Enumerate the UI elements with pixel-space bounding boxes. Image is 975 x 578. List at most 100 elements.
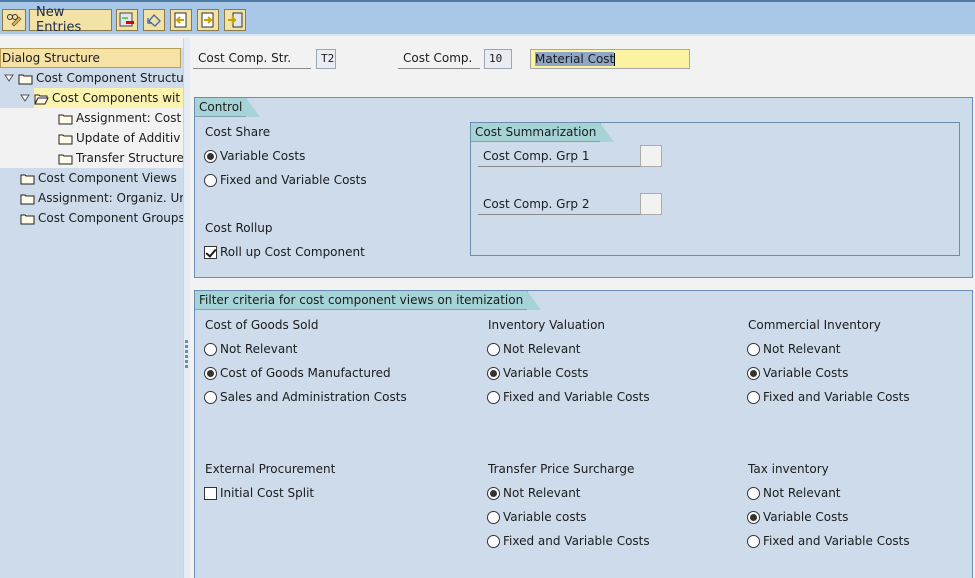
- tax-inv-fixed-variable-radio[interactable]: Fixed and Variable Costs: [747, 534, 910, 548]
- expand-triangle-icon[interactable]: [4, 73, 14, 83]
- delete-button[interactable]: [116, 9, 138, 31]
- cogs-sales-admin-radio[interactable]: Sales and Administration Costs: [204, 390, 407, 404]
- radio-label: Fixed and Variable Costs: [220, 173, 367, 187]
- cogs-not-relevant-radio[interactable]: Not Relevant: [204, 342, 298, 356]
- radio-icon: [487, 390, 500, 404]
- cost-share-fixed-variable-radio[interactable]: Fixed and Variable Costs: [204, 173, 367, 187]
- new-entries-button[interactable]: New Entries: [29, 5, 112, 35]
- tree-item-label: Cost Component Structu: [36, 71, 184, 85]
- tree-item-label: Assignment: Cost: [76, 111, 182, 125]
- change-display-button[interactable]: [2, 9, 26, 31]
- tree-item-label: Transfer Structure: [76, 151, 184, 165]
- tax-inv-not-relevant-radio[interactable]: Not Relevant: [747, 486, 841, 500]
- comm-inv-variable-radio[interactable]: Variable Costs: [747, 366, 848, 380]
- tree-item-assignment-organiz[interactable]: Assignment: Organiz. Ur: [20, 188, 184, 208]
- tree-item-assignment-cost[interactable]: Assignment: Cost: [58, 108, 181, 128]
- radio-icon: [747, 342, 760, 356]
- inv-val-variable-radio[interactable]: Variable Costs: [487, 366, 588, 380]
- cost-comp-label: Cost Comp.: [398, 47, 480, 69]
- folder-icon: [18, 73, 33, 84]
- radio-label: Fixed and Variable Costs: [763, 390, 910, 404]
- tax-inv-variable-radio[interactable]: Variable Costs: [747, 510, 848, 524]
- previous-entry-button[interactable]: [170, 9, 192, 31]
- text-cursor: [614, 53, 616, 66]
- radio-label: Fixed and Variable Costs: [763, 534, 910, 548]
- expand-triangle-icon[interactable]: [20, 93, 30, 103]
- radio-label: Not Relevant: [503, 342, 581, 356]
- previous-entry-icon: [174, 12, 187, 28]
- undo-icon: [147, 13, 161, 27]
- radio-icon: [747, 486, 760, 500]
- cost-comp-description-field[interactable]: Material Cost: [530, 49, 690, 69]
- radio-label: Not Relevant: [763, 486, 841, 500]
- delete-icon: [119, 12, 134, 27]
- panel-splitter[interactable]: [183, 38, 190, 578]
- cost-rollup-label: Cost Rollup: [205, 221, 273, 235]
- radio-label: Sales and Administration Costs: [220, 390, 407, 404]
- tree-item-cost-component-structure[interactable]: Cost Component Structu: [4, 68, 184, 88]
- radio-icon: [204, 390, 217, 404]
- radio-selected-icon: [747, 366, 760, 380]
- radio-label: Variable Costs: [503, 366, 589, 380]
- folder-icon: [20, 173, 35, 184]
- cost-share-variable-radio[interactable]: Variable Costs: [204, 149, 305, 163]
- radio-label: Variable Costs: [220, 149, 306, 163]
- radio-icon: [487, 342, 500, 356]
- folder-icon: [20, 193, 35, 204]
- tree-item-update-additive[interactable]: Update of Additiv: [58, 128, 180, 148]
- cost-comp-field[interactable]: 10: [484, 49, 512, 69]
- cost-comp-grp1-label: Cost Comp. Grp 1: [478, 145, 640, 167]
- cost-comp-grp1-field[interactable]: [640, 145, 662, 167]
- radio-selected-icon: [747, 510, 760, 524]
- comm-inv-fixed-variable-radio[interactable]: Fixed and Variable Costs: [747, 390, 910, 404]
- control-group-title: Control: [195, 98, 261, 117]
- cost-share-label: Cost Share: [205, 125, 271, 139]
- tree-item-cost-component-groups[interactable]: Cost Component Groups: [20, 208, 185, 228]
- glasses-pencil-icon: [7, 14, 22, 27]
- splitter-grip-icon[interactable]: [185, 340, 188, 370]
- checkbox-icon: [204, 486, 217, 500]
- select-all-button[interactable]: [224, 9, 246, 31]
- tax-inventory-label: Tax inventory: [748, 462, 829, 476]
- folder-icon: [20, 213, 35, 224]
- filter-criteria-group: Filter criteria for cost component views…: [194, 290, 973, 578]
- cost-comp-str-label: Cost Comp. Str.: [193, 47, 311, 69]
- roll-up-cost-component-checkbox[interactable]: Roll up Cost Component: [204, 245, 365, 259]
- folder-icon: [58, 133, 73, 144]
- radio-label: Not Relevant: [503, 486, 581, 500]
- tps-fixed-variable-radio[interactable]: Fixed and Variable Costs: [487, 534, 650, 548]
- radio-label: Variable costs: [503, 510, 587, 524]
- tps-not-relevant-radio[interactable]: Not Relevant: [487, 486, 581, 500]
- next-entry-button[interactable]: [197, 9, 219, 31]
- radio-label: Variable Costs: [763, 366, 849, 380]
- radio-label: Not Relevant: [763, 342, 841, 356]
- radio-label: Variable Costs: [763, 510, 849, 524]
- select-block-icon: [228, 12, 243, 28]
- checkbox-label: Initial Cost Split: [220, 486, 315, 500]
- inv-val-fixed-variable-radio[interactable]: Fixed and Variable Costs: [487, 390, 650, 404]
- next-entry-icon: [201, 12, 214, 28]
- cost-comp-grp2-field[interactable]: [640, 193, 662, 215]
- tree-item-label: Cost Component Groups: [38, 211, 185, 225]
- tree-item-label: Cost Component Views: [38, 171, 177, 185]
- cogs-manufactured-radio[interactable]: Cost of Goods Manufactured: [204, 366, 391, 380]
- comm-inv-not-relevant-radio[interactable]: Not Relevant: [747, 342, 841, 356]
- radio-icon: [747, 390, 760, 404]
- tree-item-label: Update of Additiv: [76, 131, 181, 145]
- radio-selected-icon: [204, 149, 217, 163]
- tree-item-cost-components[interactable]: Cost Components wit: [20, 88, 180, 108]
- radio-selected-icon: [487, 366, 500, 380]
- tree-item-transfer-structure[interactable]: Transfer Structure: [58, 148, 184, 168]
- initial-cost-split-checkbox[interactable]: Initial Cost Split: [204, 486, 314, 500]
- radio-selected-icon: [204, 366, 217, 380]
- undo-button[interactable]: [143, 9, 165, 31]
- tps-variable-radio[interactable]: Variable costs: [487, 510, 587, 524]
- folder-icon: [58, 113, 73, 124]
- selected-text: Material Cost: [535, 52, 615, 66]
- radio-icon: [204, 173, 217, 187]
- cost-comp-str-field[interactable]: T2: [316, 49, 336, 69]
- radio-icon: [747, 534, 760, 548]
- radio-label: Fixed and Variable Costs: [503, 534, 650, 548]
- tree-item-cost-component-views[interactable]: Cost Component Views: [20, 168, 177, 188]
- inv-val-not-relevant-radio[interactable]: Not Relevant: [487, 342, 581, 356]
